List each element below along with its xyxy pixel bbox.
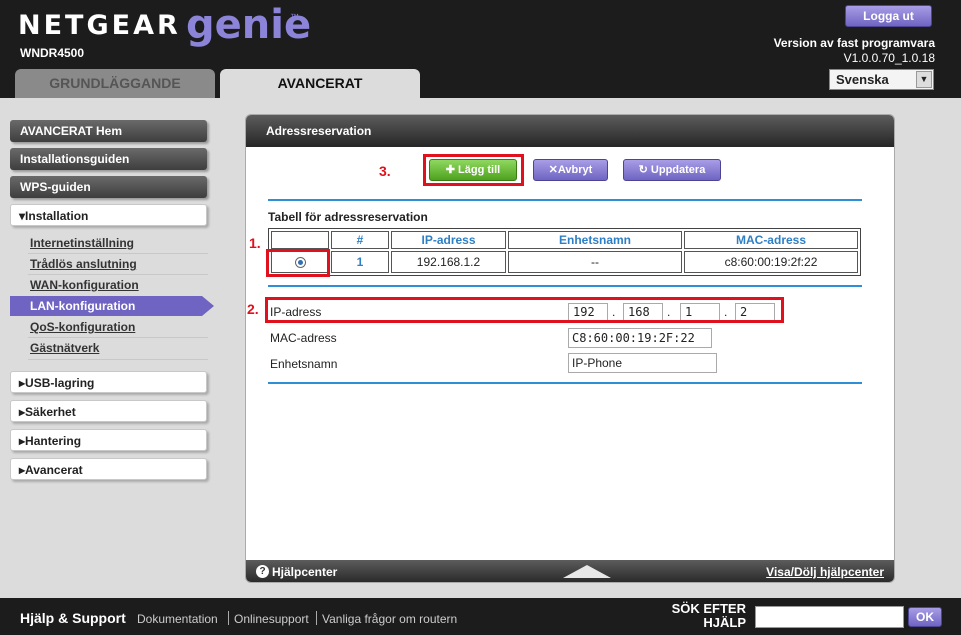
panel-title: Adressreservation [246,115,894,147]
language-select[interactable]: Svenska ▼ [829,69,934,90]
model-name: WNDR4500 [20,46,85,60]
panel-footer: ? Hjälpcenter Visa/Dölj hjälpcenter [246,560,894,582]
sidebar-sub-internet-setup[interactable]: Internetinställning [30,236,134,250]
row-mac: c8:60:00:19:2f:22 [684,251,858,273]
sidebar-item-advanced-home[interactable]: AVANCERAT Hem [10,120,207,142]
row-device-name: -- [508,251,682,273]
device-name-field[interactable]: IP-Phone [568,353,717,373]
help-icon[interactable]: ? [256,565,269,578]
sidebar-sub-guest-network[interactable]: Gästnätverk [30,341,99,355]
annotation-number-1: 1. [249,235,261,251]
divider [28,274,208,275]
toggle-help-center-link[interactable]: Visa/Dölj hjälpcenter [766,565,884,579]
divider [268,285,862,287]
search-help-label: SÖK EFTER HJÄLP [671,601,746,630]
support-title: Hjälp & Support [20,610,126,626]
column-header: IP-adress [391,231,506,249]
address-reservation-panel: Adressreservation ✚ Lägg till ✕Avbryt ↻ … [245,114,895,583]
divider [28,337,208,338]
help-center-link[interactable]: Hjälpcenter [272,565,337,579]
sidebar-item-management[interactable]: ▸Hantering [10,429,207,451]
column-header: Enhetsnamn [508,231,682,249]
sidebar-item-usb-storage[interactable]: ▸USB-lagring [10,371,207,393]
header: NETGEAR genie ™ WNDR4500 Logga ut Versio… [0,0,961,98]
select-column-header [271,231,329,249]
divider [268,199,862,201]
refresh-button[interactable]: ↻ Uppdatera [623,159,721,181]
divider [268,382,862,384]
sidebar-sub-wireless[interactable]: Trådlös anslutning [30,257,137,271]
language-value: Svenska [836,72,889,87]
column-header: MAC-adress [684,231,858,249]
expand-arrow-icon[interactable] [563,565,611,578]
annotation-box-2 [265,297,784,323]
mac-address-field[interactable]: C8:60:00:19:2F:22 [568,328,712,348]
firmware-version: V1.0.0.70_1.0.18 [843,51,935,65]
documentation-link[interactable]: Dokumentation [137,612,218,626]
support-bar: Hjälp & Support Dokumentation Onlinesupp… [0,598,961,635]
sidebar-item-security[interactable]: ▸Säkerhet [10,400,207,422]
row-ip: 192.168.1.2 [391,251,506,273]
annotation-number-2: 2. [247,301,259,317]
sidebar-item-wps-wizard[interactable]: WPS-guiden [10,176,207,198]
cancel-button[interactable]: ✕Avbryt [533,159,608,181]
reservation-table: # IP-adress Enhetsnamn MAC-adress 1 192.… [268,228,861,276]
column-header: # [331,231,389,249]
annotation-box-3 [423,154,524,186]
online-support-link[interactable]: Onlinesupport [234,612,309,626]
table-header-row: # IP-adress Enhetsnamn MAC-adress [271,231,858,249]
sidebar-item-advanced[interactable]: ▸Avancerat [10,458,207,480]
firmware-label: Version av fast programvara [773,36,935,50]
trademark-mark: ™ [290,12,299,22]
divider [228,611,229,625]
dropdown-arrow-icon[interactable]: ▼ [916,71,932,88]
logout-button[interactable]: Logga ut [845,5,932,27]
device-name-label: Enhetsnamn [270,357,338,371]
netgear-logo: NETGEAR [18,10,181,41]
divider [316,611,317,625]
genie-logo: genie [186,2,312,48]
row-number: 1 [331,251,389,273]
search-ok-button[interactable]: OK [908,607,942,627]
divider [28,359,208,360]
tab-basic[interactable]: GRUNDLÄGGANDE [15,69,215,98]
sidebar-sub-wan[interactable]: WAN-konfiguration [30,278,139,292]
annotation-box-1 [266,249,330,277]
router-faq-link[interactable]: Vanliga frågor om routern [322,612,457,626]
table-row[interactable]: 1 192.168.1.2 -- c8:60:00:19:2f:22 [271,251,858,273]
sidebar-sub-qos[interactable]: QoS-konfiguration [30,320,135,334]
table-title: Tabell för adressreservation [268,210,428,224]
annotation-number-3: 3. [379,163,391,179]
sidebar-sub-lan[interactable]: LAN-konfiguration [30,299,135,313]
tab-advanced[interactable]: AVANCERAT [220,69,420,98]
sidebar-item-setup-wizard[interactable]: Installationsguiden [10,148,207,170]
sidebar-item-installation[interactable]: ▾Installation [10,204,207,226]
active-arrow-icon [202,296,214,316]
divider [28,253,208,254]
mac-address-label: MAC-adress [270,331,337,345]
search-help-input[interactable] [755,606,904,628]
